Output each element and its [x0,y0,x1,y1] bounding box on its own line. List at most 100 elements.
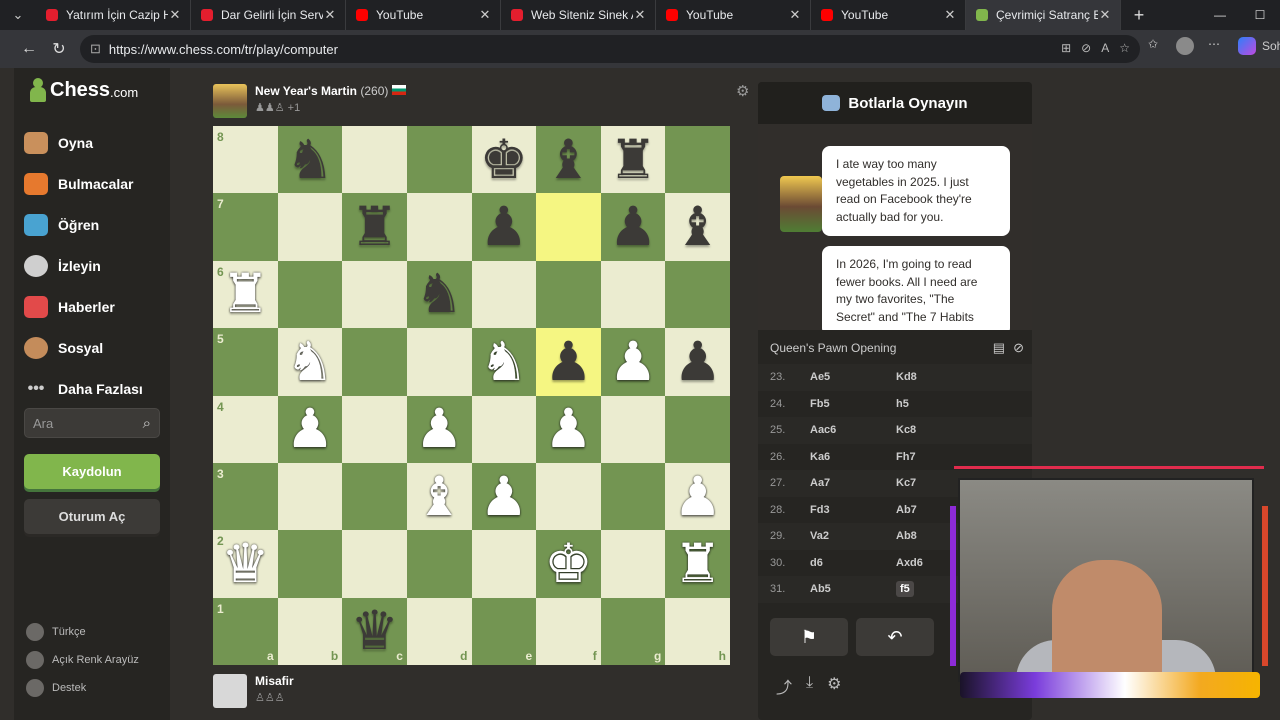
tracking-icon[interactable]: ⊘ [1081,41,1091,55]
square-b8[interactable]: ♞ [277,126,343,194]
settings-gear-icon[interactable]: ⚙ [827,674,841,698]
favorites-icon[interactable]: ✩ [1148,37,1158,51]
disable-icon[interactable]: ⊘ [1013,340,1024,356]
white-move[interactable]: Va2 [810,530,896,542]
sidebar-item-binoculars[interactable]: İzleyin [24,245,143,286]
apps-icon[interactable]: ⊞ [1061,41,1071,55]
white-pawn-icon[interactable]: ♟ [609,334,657,389]
more-menu-icon[interactable]: ⋯ [1208,37,1220,51]
browser-tab[interactable]: YouTube ✕ [656,0,811,30]
square-c6[interactable] [342,260,407,329]
square-f4[interactable]: ♟ [536,395,601,463]
black-pawn-icon[interactable]: ♟ [673,334,721,389]
sidebar-item-social[interactable]: Sosyal [24,327,143,368]
square-g3[interactable] [600,462,666,531]
square-d6[interactable]: ♞ [406,260,472,329]
square-f3[interactable] [536,462,601,531]
book-icon[interactable]: ▤ [993,340,1005,356]
reload-icon[interactable]: ↻ [44,39,74,59]
close-tab-icon[interactable]: ✕ [478,7,492,23]
square-e7[interactable]: ♟ [471,193,537,261]
square-b3[interactable] [277,462,343,531]
black-pawn-icon[interactable]: ♟ [544,334,592,389]
square-c8[interactable] [342,126,407,194]
resign-flag-button[interactable]: ⚑ [770,618,848,656]
white-move[interactable]: Aa7 [810,477,896,489]
black-rook-icon[interactable]: ♜ [609,132,657,187]
square-e3[interactable]: ♟ [471,462,537,531]
square-f5[interactable]: ♟ [536,328,601,396]
white-pawn-icon[interactable]: ♟ [286,402,334,456]
white-knight-icon[interactable]: ♞ [286,334,334,389]
square-g8[interactable]: ♜ [600,126,666,194]
footer-globe[interactable]: Türkçe [26,618,139,646]
black-queen-icon[interactable]: ♛ [350,604,398,658]
white-move[interactable]: Aac6 [810,424,896,436]
square-f2[interactable]: ♚ [536,530,601,598]
square-e1[interactable]: e [471,597,537,665]
square-c5[interactable] [342,328,407,396]
square-a5[interactable]: 5 [213,328,278,396]
square-a3[interactable]: 3 [213,462,278,531]
browser-tab[interactable]: Web Siteniz Sinek Avlamak✕ [501,0,656,30]
sidebar-item-news[interactable]: Haberler [24,286,143,327]
opponent-avatar[interactable] [213,84,247,118]
square-d8[interactable] [406,126,472,194]
square-g4[interactable] [600,395,666,463]
back-arrow-icon[interactable]: ← [14,40,44,58]
close-tab-icon[interactable]: ✕ [633,7,647,23]
player-name[interactable]: Misafir [255,674,294,688]
favorite-star-icon[interactable]: ☆ [1119,41,1130,55]
close-tab-icon[interactable]: ✕ [1098,7,1112,23]
square-b1[interactable]: b [277,597,343,665]
square-d4[interactable]: ♟ [406,395,472,463]
square-h1[interactable]: h [665,597,730,665]
square-a6[interactable]: 6 ♜ [213,260,278,329]
square-b4[interactable]: ♟ [277,395,343,463]
black-move[interactable]: Kc8 [896,424,982,436]
square-d5[interactable] [406,328,472,396]
square-c4[interactable] [342,395,407,463]
square-c3[interactable] [342,462,407,531]
new-tab-button[interactable]: + [1121,5,1157,26]
url-field[interactable]: ⊡ https://www.chess.com/tr/play/computer… [80,35,1140,63]
square-a4[interactable]: 4 [213,395,278,463]
square-f8[interactable]: ♝ [536,126,601,194]
white-pawn-icon[interactable]: ♟ [544,402,592,456]
black-knight-icon[interactable]: ♞ [286,132,334,187]
browser-tab[interactable]: Çevrimiçi Satranç Bilgisayar✕ [966,0,1121,30]
footer-help[interactable]: Destek [26,674,139,702]
square-h7[interactable]: ♝ [665,193,730,261]
square-g7[interactable]: ♟ [600,193,666,261]
close-tab-icon[interactable]: ✕ [168,7,182,23]
read-aloud-icon[interactable]: A [1101,41,1109,55]
square-h8[interactable] [665,126,730,194]
square-d1[interactable]: d [406,597,472,665]
black-move[interactable]: Kd8 [896,371,982,383]
white-pawn-icon[interactable]: ♟ [673,469,721,524]
close-tab-icon[interactable]: ✕ [323,7,337,23]
browser-tab[interactable]: YouTube ✕ [346,0,501,30]
black-pawn-icon[interactable]: ♟ [609,200,657,254]
white-rook-icon[interactable]: ♜ [221,267,269,321]
login-button[interactable]: Oturum Aç [24,499,160,534]
white-move[interactable]: Fd3 [810,504,896,516]
white-move[interactable]: d6 [810,557,896,569]
square-c1[interactable]: c ♛ [342,597,407,665]
square-a2[interactable]: 2 ♛ [213,530,278,598]
copilot-button[interactable]: Soh [1238,37,1280,55]
white-move[interactable]: Ab5 [810,583,896,595]
white-bishop-icon[interactable]: ♝ [415,469,463,524]
white-move[interactable]: Fb5 [810,398,896,410]
sidebar-item-puzzle[interactable]: Bulmacalar [24,163,143,204]
square-g1[interactable]: g [600,597,666,665]
square-e4[interactable] [471,395,537,463]
sidebar-item-more[interactable]: ••• Daha Fazlası [24,368,143,409]
square-e5[interactable]: ♞ [471,328,537,396]
square-f1[interactable]: f [536,597,601,665]
square-e8[interactable]: ♚ [471,126,537,194]
square-g6[interactable] [600,260,666,329]
white-queen-icon[interactable]: ♛ [221,536,269,591]
sidebar-item-play[interactable]: Oyna [24,122,143,163]
white-pawn-icon[interactable]: ♟ [480,469,528,524]
